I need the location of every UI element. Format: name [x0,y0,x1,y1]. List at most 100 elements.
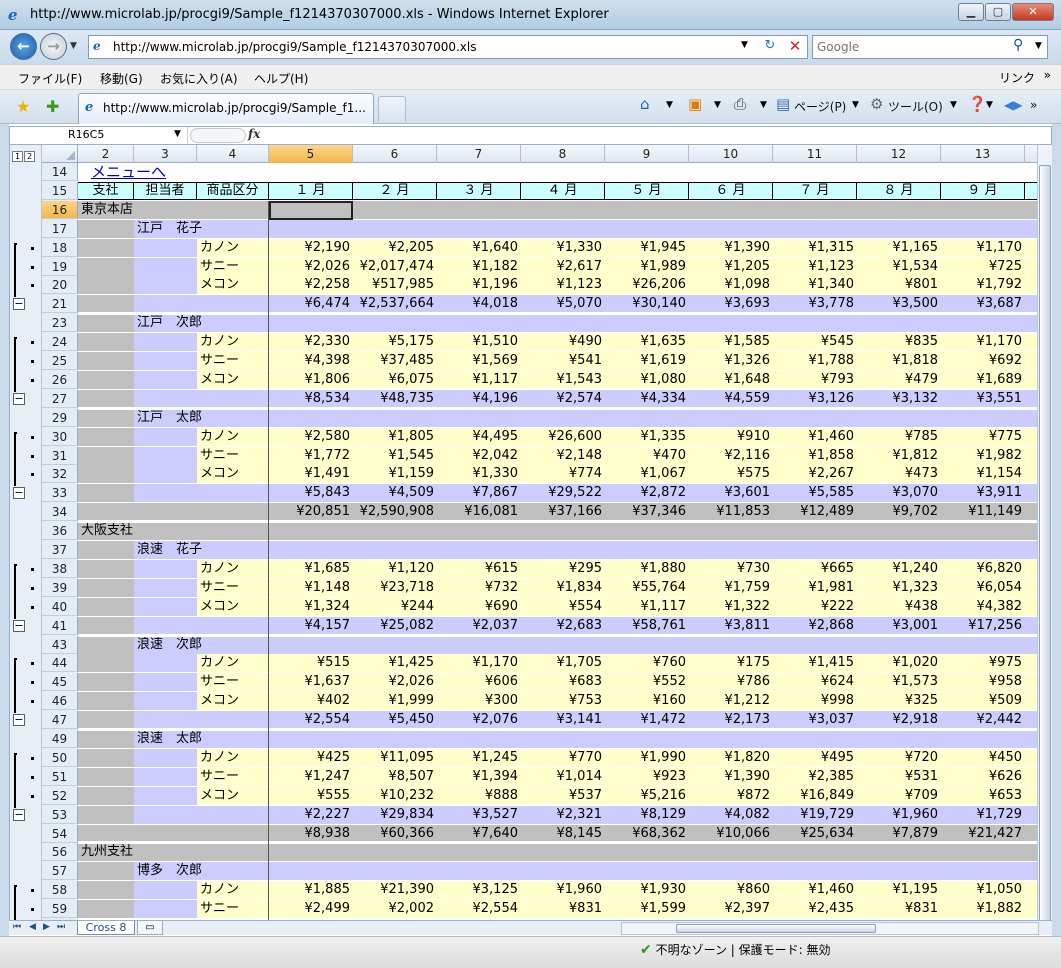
value-cell[interactable]: ¥5,585 [773,484,857,502]
person-name[interactable]: 江戸 次郎 [134,314,202,332]
collapse-group-button[interactable]: − [13,714,25,727]
value-cell[interactable]: ¥1,806 [269,371,353,389]
row-header-41[interactable]: 41 [42,616,78,635]
value-cell[interactable]: ¥1,689 [941,371,1025,389]
person-name[interactable]: 浪速 太郎 [134,730,202,748]
value-cell[interactable]: ¥473 [857,465,941,483]
value-cell[interactable]: ¥5,843 [269,484,353,502]
value-cell[interactable]: ¥2,537,664 [353,295,437,313]
value-cell[interactable]: ¥2,116 [689,447,773,465]
value-cell[interactable]: ¥1,858 [773,447,857,465]
value-cell[interactable]: ¥1,335 [605,428,689,446]
value-cell[interactable]: ¥732 [437,579,521,597]
value-cell[interactable]: ¥1,640 [437,239,521,257]
row-header-39[interactable]: 39 [42,578,78,597]
value-cell[interactable]: ¥68,362 [605,825,689,843]
value-cell[interactable]: ¥21,427 [941,825,1025,843]
product-name[interactable]: カノン [197,239,239,257]
menu-help[interactable]: ヘルプ(H) [254,70,308,87]
value-cell[interactable]: ¥1,330 [437,465,521,483]
value-cell[interactable]: ¥531 [857,768,941,786]
value-cell[interactable]: ¥5,216 [605,787,689,805]
value-cell[interactable]: ¥300 [437,692,521,710]
value-cell[interactable]: ¥11,095 [353,749,437,767]
value-cell[interactable]: ¥3,132 [857,390,941,408]
value-cell[interactable]: ¥1,196 [437,276,521,294]
row-header-56[interactable]: 56 [42,843,78,862]
value-cell[interactable]: ¥26,206 [605,276,689,294]
value-cell[interactable]: ¥10,066 [689,825,773,843]
column-header-6[interactable]: 6 [353,145,437,163]
row-header-17[interactable]: 17 [42,219,78,238]
value-cell[interactable]: ¥3,141 [521,711,605,729]
horizontal-scroll-thumb[interactable] [676,924,876,933]
value-cell[interactable]: ¥10,232 [353,787,437,805]
product-name[interactable]: サニー [197,447,239,465]
value-cell[interactable]: ¥1,820 [689,749,773,767]
insert-sheet-icon[interactable]: ▭ [137,921,163,935]
column-header-5[interactable]: 5 [269,145,353,163]
value-cell[interactable]: ¥1,648 [689,371,773,389]
value-cell[interactable]: ¥1,619 [605,352,689,370]
value-cell[interactable]: ¥1,880 [605,560,689,578]
value-cell[interactable]: ¥1,772 [269,447,353,465]
column-header-8[interactable]: 8 [521,145,605,163]
value-cell[interactable]: ¥222 [773,598,857,616]
url-text[interactable]: http://www.microlab.jp/procgi9/Sample_f1… [113,40,477,54]
row-header-29[interactable]: 29 [42,408,78,427]
value-cell[interactable]: ¥555 [269,787,353,805]
row-header-24[interactable]: 24 [42,333,78,352]
value-cell[interactable]: ¥692 [941,352,1025,370]
row-header-32[interactable]: 32 [42,465,78,484]
value-cell[interactable]: ¥1,685 [269,560,353,578]
product-name[interactable]: サニー [197,579,239,597]
row-header-14[interactable]: 14 [42,163,78,181]
branch-name[interactable]: 九州支社 [78,843,133,861]
collapse-group-button[interactable]: − [13,298,25,311]
value-cell[interactable]: ¥1,154 [941,465,1025,483]
value-cell[interactable]: ¥770 [521,749,605,767]
value-cell[interactable]: ¥1,930 [605,881,689,899]
value-cell[interactable]: ¥1,212 [689,692,773,710]
value-cell[interactable]: ¥1,534 [857,258,941,276]
recent-pages-dropdown-icon[interactable]: ▼ [70,41,77,51]
value-cell[interactable]: ¥2,267 [773,465,857,483]
branch-name[interactable]: 東京本店 [78,201,133,219]
column-header-9[interactable]: 9 [605,145,689,163]
value-cell[interactable]: ¥2,554 [269,711,353,729]
value-cell[interactable]: ¥6,474 [269,295,353,313]
value-cell[interactable]: ¥1,247 [269,768,353,786]
product-name[interactable]: カノン [197,881,239,899]
maximize-button[interactable]: ▢ [985,3,1011,21]
value-cell[interactable]: ¥786 [689,673,773,691]
spreadsheet-grid[interactable]: 12 2 3 4 5 6 7 8 9 10 11 12 13 14 メニューへ 15 支社 担当者 商品区分 １ 月… [9,145,1052,920]
value-cell[interactable]: ¥1,315 [773,239,857,257]
value-cell[interactable]: ¥690 [437,598,521,616]
value-cell[interactable]: ¥37,346 [605,503,689,521]
value-cell[interactable]: ¥48,735 [353,390,437,408]
value-cell[interactable]: ¥2,580 [269,428,353,446]
value-cell[interactable]: ¥3,601 [689,484,773,502]
value-cell[interactable]: ¥1,792 [941,276,1025,294]
value-cell[interactable]: ¥4,082 [689,806,773,824]
column-header-10[interactable]: 10 [689,145,773,163]
value-cell[interactable]: ¥975 [941,654,1025,672]
row-header-50[interactable]: 50 [42,748,78,767]
value-cell[interactable]: ¥1,170 [437,654,521,672]
outline-level-1-button[interactable]: 1 [12,151,23,162]
value-cell[interactable]: ¥923 [605,768,689,786]
value-cell[interactable]: ¥60,366 [353,825,437,843]
value-cell[interactable]: ¥775 [941,428,1025,446]
value-cell[interactable]: ¥3,126 [773,390,857,408]
value-cell[interactable]: ¥4,382 [941,598,1025,616]
value-cell[interactable]: ¥515 [269,654,353,672]
value-cell[interactable]: ¥25,082 [353,617,437,635]
value-cell[interactable]: ¥1,415 [773,654,857,672]
value-cell[interactable]: ¥29,834 [353,806,437,824]
row-header-57[interactable]: 57 [42,862,78,881]
product-name[interactable]: メコン [197,276,239,294]
new-tab-button[interactable] [378,96,406,122]
row-header-46[interactable]: 46 [42,692,78,711]
value-cell[interactable]: ¥8,129 [605,806,689,824]
value-cell[interactable]: ¥1,323 [857,579,941,597]
